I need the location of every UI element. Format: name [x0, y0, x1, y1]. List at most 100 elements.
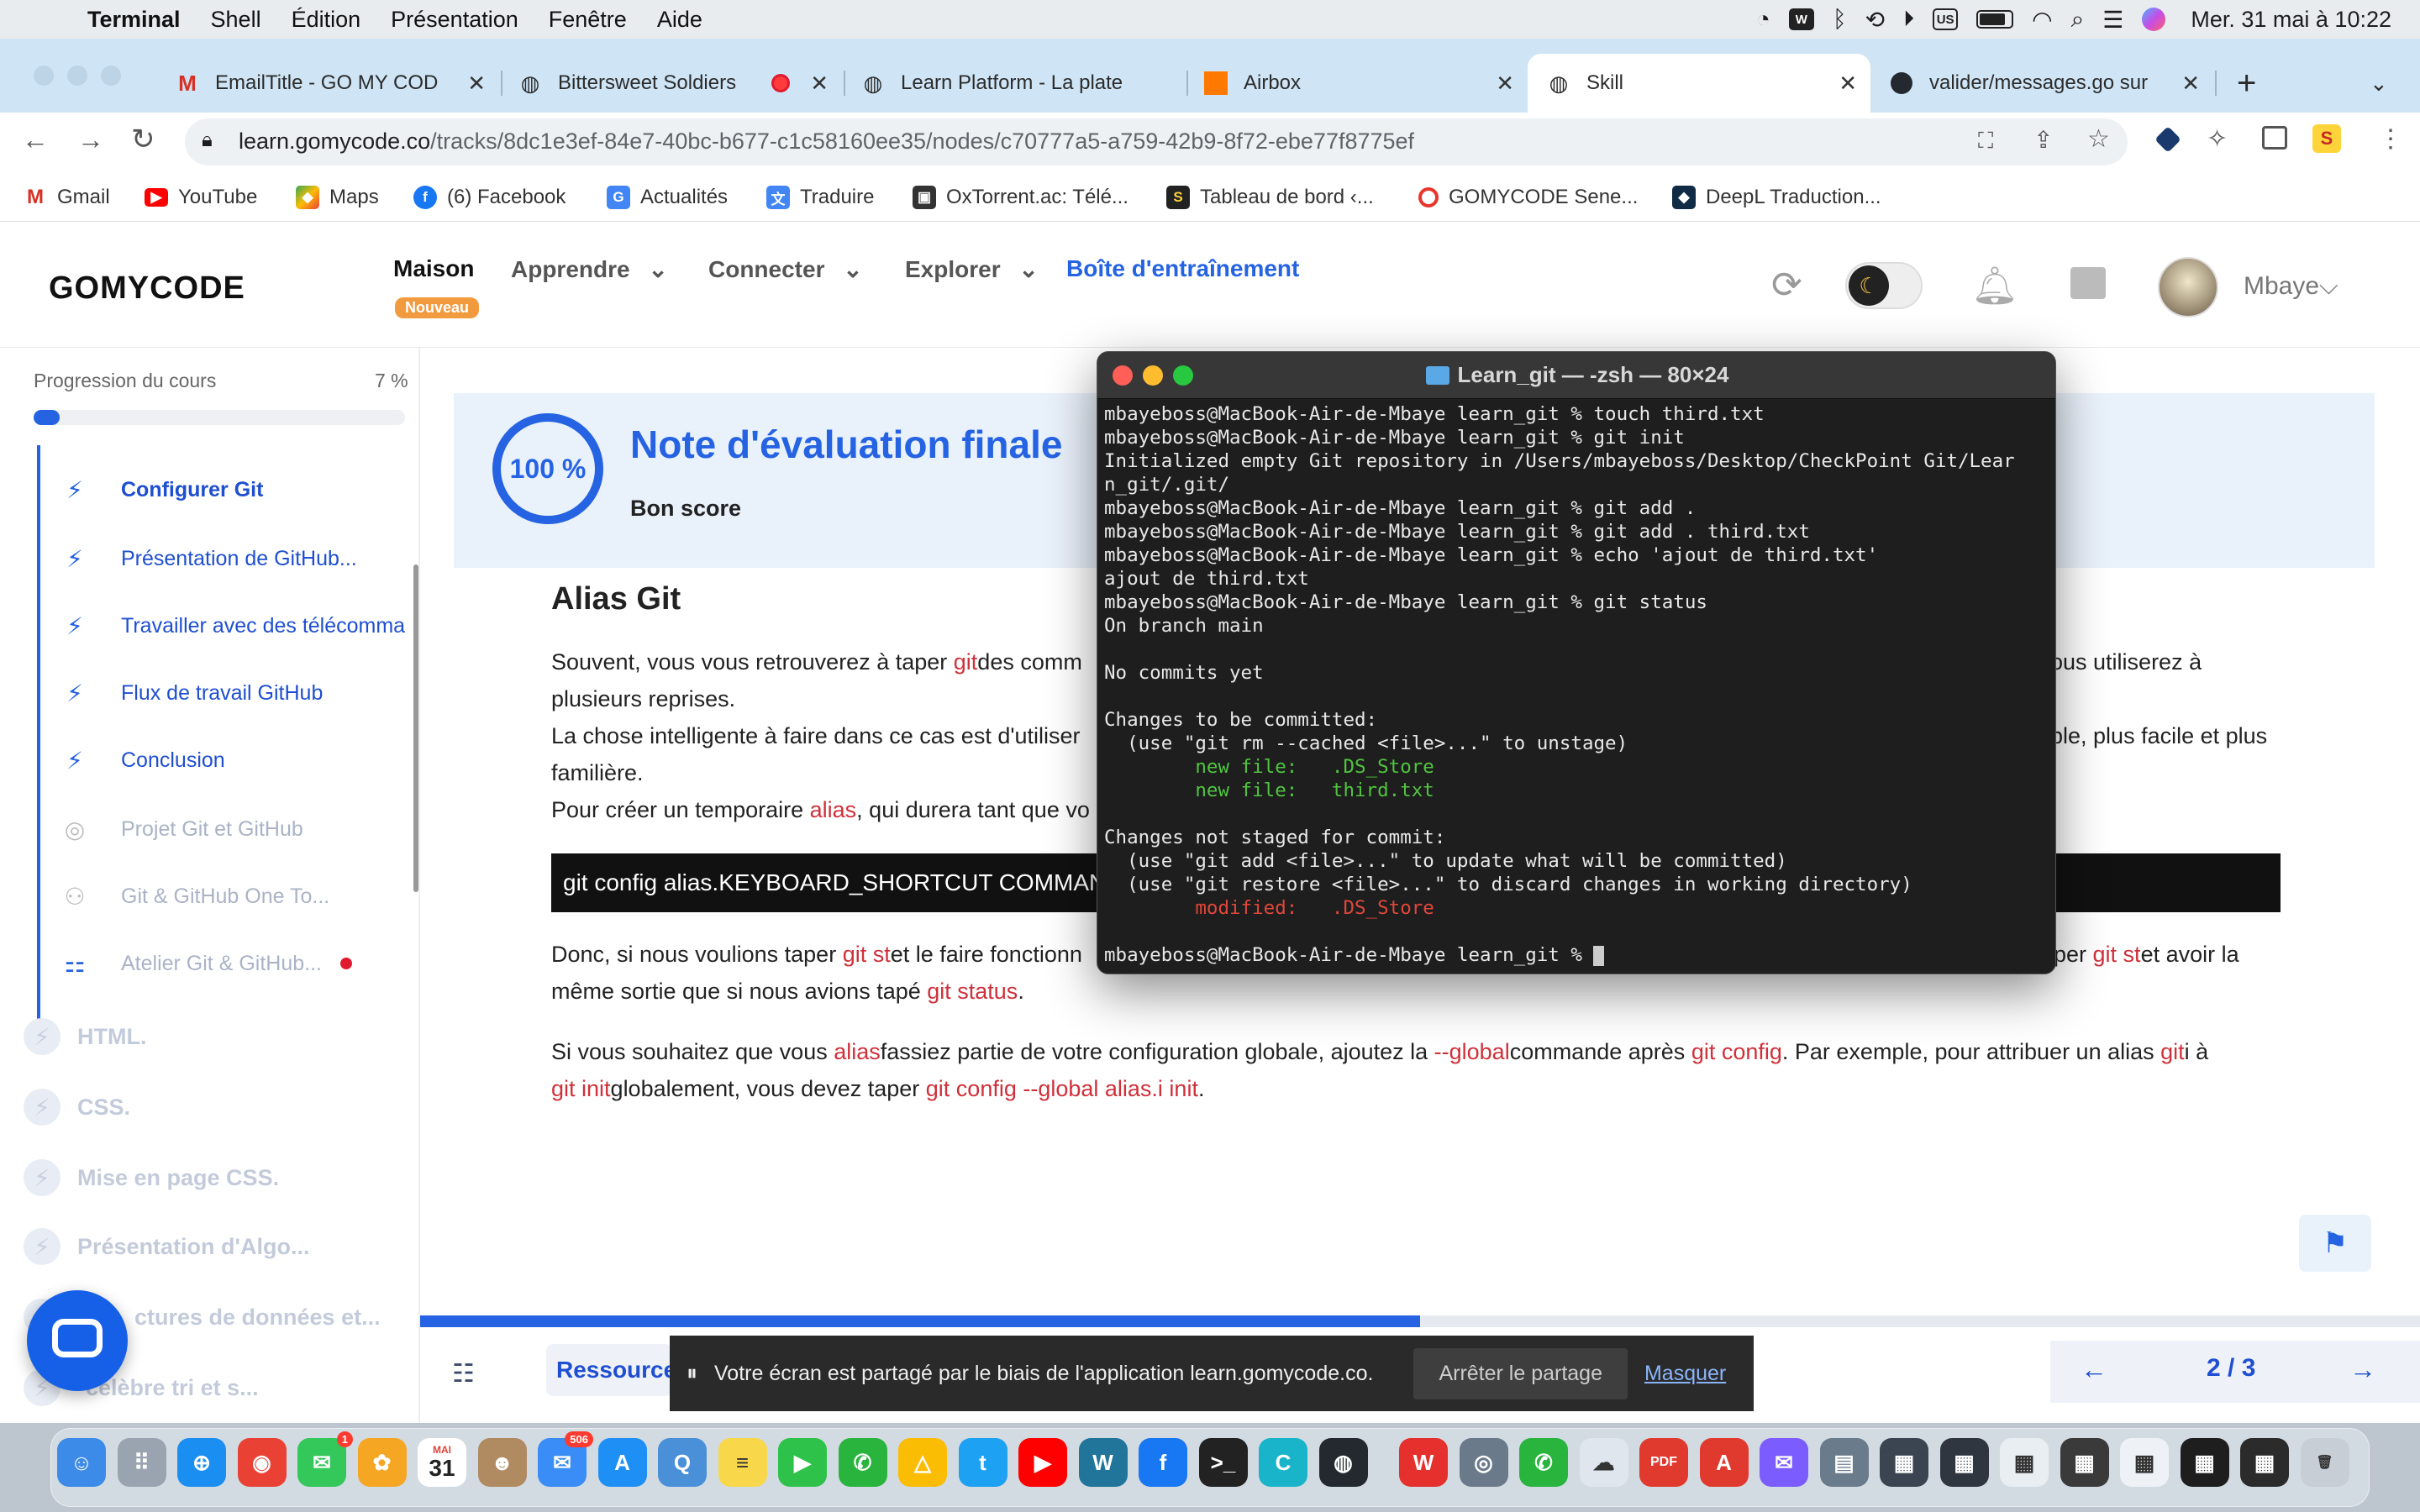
sidebar-item-conclusion[interactable]: ⚡︎ Conclusion: [62, 748, 225, 774]
bookmark-dashboard[interactable]: S Tableau de bord ‹...: [1166, 183, 1374, 212]
notes-icon[interactable]: ≡: [718, 1438, 767, 1487]
menu-clock[interactable]: Mer. 31 mai à 10:22: [2191, 7, 2391, 33]
wps-icon[interactable]: W: [1399, 1438, 1448, 1487]
tab-search-chevron-icon[interactable]: ⌄: [2370, 62, 2388, 104]
profile-ext-icon[interactable]: S: [2312, 124, 2341, 153]
share-icon[interactable]: ⇪: [2033, 126, 2053, 154]
safari-icon[interactable]: ⊕: [177, 1438, 226, 1487]
tab-airbox[interactable]: Airbox ✕: [1203, 62, 1514, 104]
bookmark-news[interactable]: G Actualités: [607, 183, 728, 212]
preview-icon[interactable]: ◎: [1459, 1438, 1508, 1487]
battery-icon[interactable]: [1976, 10, 2014, 29]
window-thumb-icon[interactable]: ▦: [2240, 1438, 2289, 1487]
chrome-menu-icon[interactable]: ⋮: [2378, 124, 2403, 154]
wordpress-icon[interactable]: W: [1078, 1438, 1128, 1487]
next-arrow-icon[interactable]: →: [2349, 1354, 2376, 1385]
terminal-titlebar[interactable]: Learn_git — -zsh — 80×24: [1097, 352, 2055, 399]
window-zoom-dot[interactable]: [101, 66, 121, 86]
window-thumb-icon[interactable]: ▦: [2180, 1438, 2229, 1487]
back-icon[interactable]: ←: [22, 124, 49, 155]
whatsapp-icon[interactable]: ✆: [1519, 1438, 1568, 1487]
menu-window[interactable]: Fenêtre: [549, 7, 627, 33]
stop-sharing-button[interactable]: Arrêter le partage: [1413, 1347, 1628, 1399]
sidebar-item-one-to-one[interactable]: ⚇ Git & GitHub One To...: [62, 884, 329, 910]
extensions-puzzle-icon[interactable]: ✧: [2207, 124, 2228, 154]
report-flag-icon[interactable]: ⚑: [2299, 1215, 2371, 1272]
acrobat-icon[interactable]: A: [1699, 1438, 1749, 1487]
menu-edition[interactable]: Édition: [292, 7, 361, 33]
messenger-icon[interactable]: ✉: [1760, 1438, 1808, 1487]
terminal-icon[interactable]: >_: [1198, 1438, 1248, 1487]
window-thumb-icon[interactable]: ▦: [2000, 1438, 2049, 1487]
side-panel-icon[interactable]: [2262, 126, 2287, 150]
pdf-icon[interactable]: PDF: [1639, 1438, 1688, 1487]
bookmark-gomycode[interactable]: GOMYCODE Sene...: [1418, 183, 1638, 212]
sidebar-module-layout[interactable]: ⚡︎ Mise en page CSS.: [24, 1159, 279, 1196]
apple-logo-icon[interactable]: [34, 7, 59, 32]
calendar-icon[interactable]: MAI 31: [418, 1438, 466, 1487]
play-icon[interactable]: ⏵: [1903, 6, 1914, 33]
zoom-window-button[interactable]: [1173, 365, 1193, 386]
app-store-icon[interactable]: A: [597, 1438, 647, 1487]
avatar[interactable]: [2158, 257, 2218, 318]
menu-shell[interactable]: Shell: [211, 7, 261, 33]
window-minimize-dot[interactable]: [67, 66, 87, 86]
dark-mode-toggle[interactable]: ☾: [1845, 262, 1923, 309]
menu-help[interactable]: Aide: [657, 7, 702, 33]
canva-icon[interactable]: C: [1259, 1438, 1307, 1487]
chat-launcher-button[interactable]: [27, 1290, 128, 1391]
github-icon[interactable]: ◍: [1318, 1438, 1368, 1487]
bluetooth-icon[interactable]: ᛒ: [1833, 6, 1847, 33]
resources-button[interactable]: Ressource: [546, 1344, 672, 1396]
sidebar-module-css[interactable]: ⚡︎ CSS.: [24, 1089, 130, 1126]
facebook-icon[interactable]: f: [1139, 1438, 1187, 1487]
lock-icon[interactable]: 🔒︎: [202, 129, 213, 152]
disk-utility-icon[interactable]: ▤: [1819, 1438, 1869, 1487]
facetime-icon[interactable]: ▶: [778, 1438, 827, 1487]
chat-icon[interactable]: [2070, 267, 2106, 299]
bookmark-oxtorrent[interactable]: ▣ OxTorrent.ac: Télé...: [913, 183, 1128, 212]
spotlight-search-icon[interactable]: ⌕: [2071, 6, 2085, 34]
tab-emailtitle[interactable]: M EmailTitle - GO MY COD ✕: [175, 62, 486, 104]
translate-icon[interactable]: ⛶: [1978, 128, 1993, 155]
trash-icon[interactable]: 🗑︎: [2300, 1438, 2349, 1487]
window-thumb-icon[interactable]: ▦: [2060, 1438, 2109, 1487]
tab-github[interactable]: valider/messages.go sur ✕: [1889, 62, 2200, 104]
sidebar-item-remotes[interactable]: ⚡︎ Travailler avec des télécomma: [62, 613, 415, 638]
nav-learn[interactable]: Apprendre ⌄: [511, 255, 668, 283]
sidebar-item-workshop[interactable]: ⚏ Atelier Git & GitHub...: [62, 951, 352, 977]
window-close-dot[interactable]: [34, 66, 54, 86]
sync-icon[interactable]: ⟳: [1771, 264, 1802, 307]
menu-presentation[interactable]: Présentation: [391, 7, 518, 33]
wifi-icon[interactable]: ◠: [2032, 6, 2052, 34]
nav-home[interactable]: Maison: [393, 255, 474, 282]
window-thumb-icon[interactable]: ▦: [1880, 1438, 1928, 1487]
onedrive-icon[interactable]: ☁: [1579, 1438, 1628, 1487]
time-machine-icon[interactable]: ⟲: [1865, 6, 1885, 34]
bookmark-deepl[interactable]: ◆ DeepL Traduction...: [1672, 183, 1881, 212]
bookmark-translate[interactable]: 文 Traduire: [766, 183, 874, 212]
tab-bittersweet[interactable]: ◍ Bittersweet Soldiers ✕: [518, 62, 829, 104]
url-text[interactable]: learn.gomycode.co/tracks/8dc1e3ef-84e7-4…: [239, 129, 1414, 155]
forward-icon[interactable]: →: [77, 124, 104, 155]
tab-learn-platform[interactable]: ◍ Learn Platform - La plate: [860, 62, 1171, 104]
sidebar-module-algo[interactable]: ⚡︎ Présentation d'Algo...: [24, 1228, 309, 1265]
whatsapp-icon[interactable]: ✆: [838, 1438, 887, 1487]
gomycode-logo[interactable]: GOMYCODE: [49, 270, 245, 307]
sidebar-item-workflow[interactable]: ⚡︎ Flux de travail GitHub: [62, 680, 323, 706]
control-center-icon[interactable]: ☰: [2102, 6, 2123, 34]
close-tab-icon[interactable]: ✕: [1496, 71, 1514, 97]
terminal-window[interactable]: Learn_git — -zsh — 80×24 mbayeboss@MacBo…: [1097, 351, 2056, 974]
twitter-icon[interactable]: t: [958, 1438, 1007, 1487]
nav-explore[interactable]: Explorer ⌄: [905, 255, 1039, 283]
google-drive-icon[interactable]: △: [898, 1438, 947, 1487]
hide-link[interactable]: Masquer: [1644, 1362, 1726, 1386]
youtube-icon[interactable]: ▶: [1018, 1438, 1067, 1487]
table-of-contents-icon[interactable]: ☷: [452, 1359, 475, 1389]
mail-icon[interactable]: ✉ 506: [538, 1431, 593, 1487]
close-tab-icon[interactable]: ✕: [2181, 71, 2200, 97]
siri-icon[interactable]: [2142, 8, 2166, 31]
launchpad-icon[interactable]: ⠿: [117, 1438, 166, 1487]
window-thumb-icon[interactable]: ▦: [1939, 1438, 1989, 1487]
nav-connect[interactable]: Connecter ⌄: [708, 255, 863, 283]
